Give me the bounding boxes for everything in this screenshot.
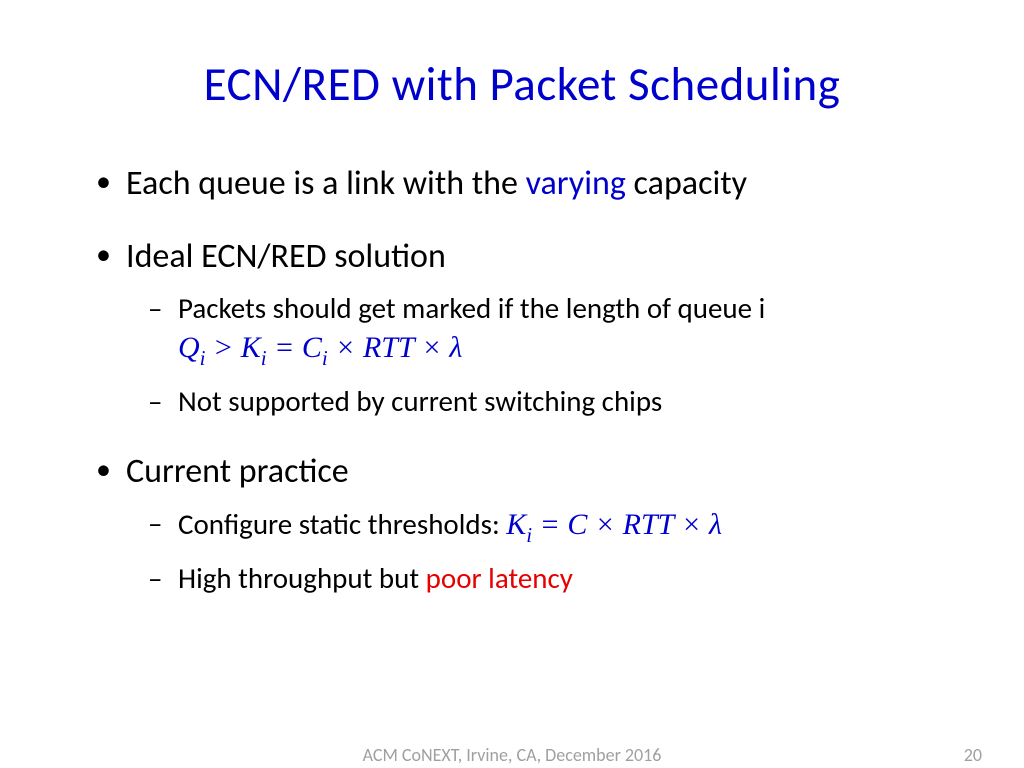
formula-qi: Qi > Ki = Ci × RTT × λ	[178, 331, 462, 364]
text: Ideal ECN/RED solution	[126, 236, 446, 277]
page-number: 20	[964, 744, 982, 766]
bullet-3-1: Configure static thresholds: Ki = C × RT…	[144, 505, 954, 548]
bullet-2-2: Not supported by current switching chips	[144, 383, 954, 421]
text: Not supported by current switching chips	[178, 383, 662, 419]
footer-venue: ACM CoNEXT, Irvine, CA, December 2016	[0, 744, 1024, 766]
text: Configure static thresholds:	[178, 506, 506, 542]
bullet-list: Each queue is a link with the varying ca…	[90, 163, 954, 598]
highlight-poor-latency: poor latency	[426, 560, 573, 596]
text: capacity	[626, 163, 747, 204]
bullet-2-1: Packets should get marked if the length …	[144, 290, 954, 371]
sub-list: Packets should get marked if the length …	[144, 290, 954, 421]
bullet-3-2: High throughput but poor latency	[144, 560, 954, 598]
text: Current practice	[126, 451, 349, 492]
text: Packets should get marked if the length …	[178, 290, 765, 326]
text: High throughput but	[178, 560, 426, 596]
formula-ki: Ki = C × RTT × λ	[506, 508, 722, 541]
highlight-varying: varying	[526, 163, 626, 204]
bullet-2: Ideal ECN/RED solution Packets should ge…	[90, 236, 954, 421]
sub-list: Configure static thresholds: Ki = C × RT…	[144, 505, 954, 598]
bullet-1: Each queue is a link with the varying ca…	[90, 163, 954, 206]
slide: ECN/RED with Packet Scheduling Each queu…	[0, 0, 1024, 768]
bullet-3: Current practice Configure static thresh…	[90, 451, 954, 598]
text: Each queue is a link with the	[126, 163, 526, 204]
slide-title: ECN/RED with Packet Scheduling	[90, 55, 954, 113]
